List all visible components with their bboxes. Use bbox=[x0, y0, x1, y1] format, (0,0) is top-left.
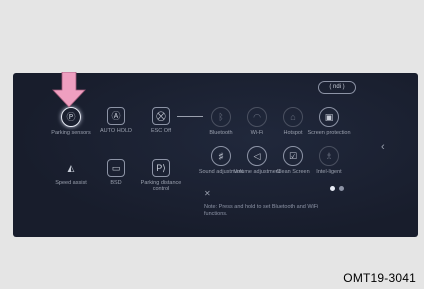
parking-distance-icon: P⟩ bbox=[152, 159, 170, 177]
page-dot-active[interactable] bbox=[330, 186, 335, 191]
wifi-icon: ◠ bbox=[247, 107, 267, 127]
page-dot[interactable] bbox=[339, 186, 344, 191]
screen-protection-label: Screen protection bbox=[307, 130, 351, 136]
note-text: Note: Press and hold to set Bluetooth an… bbox=[204, 204, 319, 217]
page-indicator bbox=[330, 186, 344, 191]
parking-icon: Ⓟ bbox=[61, 107, 81, 127]
top-right-button[interactable]: ( ndi ) bbox=[318, 81, 356, 94]
bsd-icon: ▭ bbox=[107, 159, 125, 177]
intelligent-label: Intel-ligent bbox=[316, 169, 342, 175]
bluetooth-icon: ᛒ bbox=[211, 107, 231, 127]
volume-icon: ◁ bbox=[247, 146, 267, 166]
screen-protection-button[interactable]: ▣ Screen protection bbox=[303, 107, 355, 136]
intelligent-button[interactable]: ♗ Intel-ligent bbox=[303, 146, 355, 175]
hotspot-icon: ⌂ bbox=[283, 107, 303, 127]
esc-off-button[interactable]: ⛒ ESC Off bbox=[135, 107, 187, 134]
parking-distance-control-label: Parking distance control bbox=[140, 180, 182, 192]
pointer-arrow-icon bbox=[52, 72, 86, 108]
screen-protection-icon: ▣ bbox=[319, 107, 339, 127]
chevron-left-icon[interactable]: ‹ bbox=[381, 141, 385, 153]
intelligent-icon: ♗ bbox=[319, 146, 339, 166]
close-icon[interactable]: ✕ bbox=[204, 189, 211, 198]
esc-off-icon: ⛒ bbox=[152, 107, 170, 125]
esc-off-label: ESC Off bbox=[150, 128, 172, 134]
clean-screen-icon: ☑ bbox=[283, 146, 303, 166]
figure-caption: OMT19-3041 bbox=[343, 271, 416, 285]
speed-assist-icon: ◭ bbox=[67, 162, 75, 173]
sound-adjustment-icon: ♯ bbox=[211, 146, 231, 166]
parking-distance-control-button[interactable]: P⟩ Parking distance control bbox=[135, 159, 187, 192]
auto-hold-icon: Ⓐ bbox=[107, 107, 125, 125]
